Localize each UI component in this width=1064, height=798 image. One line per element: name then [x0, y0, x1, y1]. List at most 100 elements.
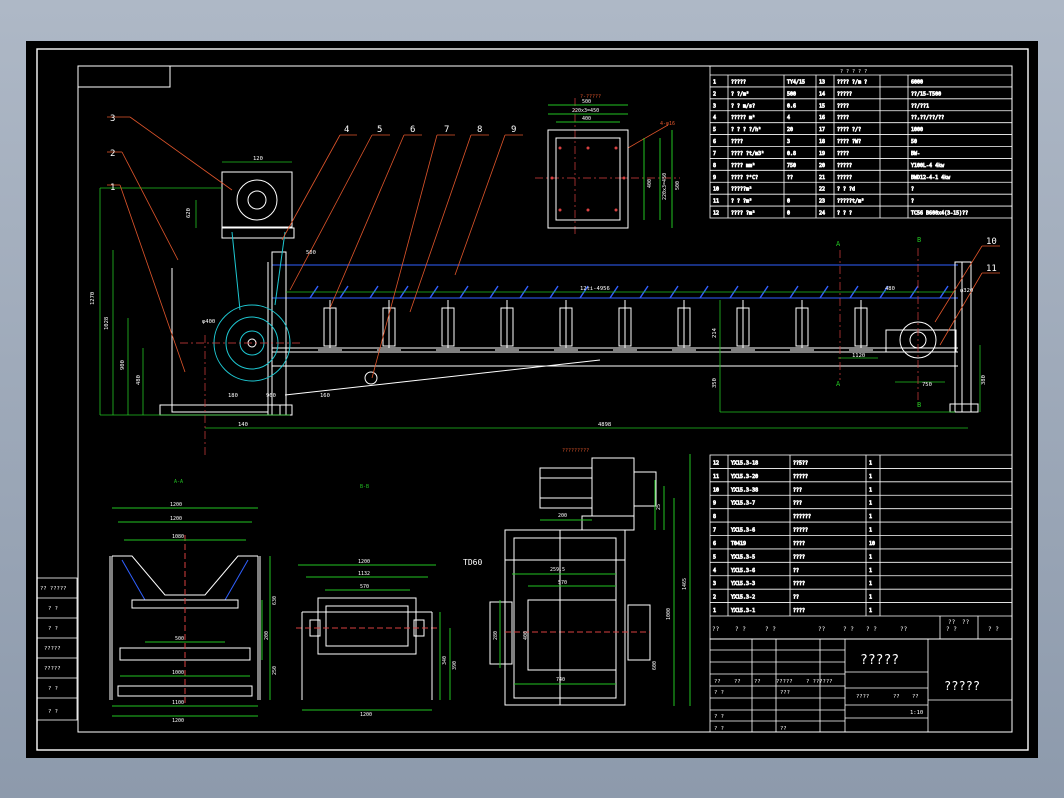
- spec-cell: ????: [731, 139, 743, 145]
- spec-cell: ?????: [837, 175, 852, 181]
- parts-cell: 12: [713, 460, 719, 466]
- parts-cell: 1: [869, 595, 872, 601]
- parts-cell: ????: [793, 608, 805, 614]
- parts-cell: 1: [869, 568, 872, 574]
- parts-cell: 5: [713, 554, 716, 560]
- svg-text:1200: 1200: [170, 502, 182, 508]
- spec-cell: ???? ?/?: [837, 127, 861, 133]
- svg-text:25: 25: [656, 504, 662, 510]
- svg-text:1200: 1200: [172, 718, 184, 724]
- svg-text:570: 570: [360, 584, 369, 590]
- svg-text:??: ??: [714, 679, 721, 685]
- parts-cell: 8: [713, 514, 716, 520]
- svg-text:?????: ?????: [44, 646, 61, 652]
- part-number: 1: [110, 183, 115, 193]
- svg-text:259.5: 259.5: [550, 567, 565, 573]
- svg-text:140: 140: [238, 422, 248, 428]
- svg-text:1100: 1100: [172, 700, 184, 706]
- spec-cell: 0: [787, 199, 790, 205]
- svg-text:120: 120: [253, 156, 263, 162]
- spec-cell: 18: [819, 139, 825, 145]
- spec-cell: ? ? ? ?/h²: [731, 127, 761, 133]
- svg-text:??: ??: [734, 679, 741, 685]
- parts-cell: YX15.3-38: [731, 487, 758, 493]
- spec-cell: ???? ?/m ?: [837, 79, 867, 85]
- spec-cell: ????: [837, 103, 849, 109]
- parts-cell: 1: [869, 487, 872, 493]
- svg-text:200: 200: [558, 513, 567, 519]
- parts-cell: ?????: [793, 474, 808, 480]
- svg-text:500: 500: [675, 181, 681, 190]
- parts-cell: YX15.3-3: [731, 581, 755, 587]
- parts-cell: 3: [713, 581, 716, 587]
- svg-text:400: 400: [582, 116, 591, 122]
- part-number: 6: [410, 125, 415, 135]
- parts-header-cell: ? ?: [843, 626, 854, 633]
- spec-cell: 13: [819, 79, 825, 85]
- parts-cell: 11: [713, 474, 719, 480]
- drive-view-title: ?????????: [562, 448, 589, 454]
- svg-text:280: 280: [493, 631, 499, 640]
- parts-cell: 6: [713, 541, 716, 547]
- svg-text:1200: 1200: [360, 712, 372, 718]
- parts-cell: T0419: [731, 541, 746, 547]
- spec-cell: BW-: [911, 151, 920, 157]
- svg-text:φ320: φ320: [960, 288, 973, 294]
- parts-header-cell: ? ?: [988, 626, 999, 633]
- spec-cell: ?????: [837, 91, 852, 97]
- svg-text:1465: 1465: [682, 578, 688, 590]
- svg-text:?????: ?????: [776, 679, 793, 685]
- spec-cell: 20: [819, 163, 825, 169]
- part-number: 7: [444, 125, 449, 135]
- spec-cell: 50: [911, 139, 917, 145]
- svg-text:220x3=450: 220x3=450: [662, 173, 668, 200]
- parts-cell: 1: [869, 501, 872, 507]
- parts-cell: YX15.3-7: [731, 501, 755, 507]
- spec-cell: 3: [713, 103, 716, 109]
- spec-cell: 24: [819, 211, 825, 217]
- parts-cell: ???: [793, 487, 802, 493]
- svg-text:480: 480: [136, 375, 142, 385]
- svg-text:1120: 1120: [852, 353, 865, 359]
- parts-cell: ??5??: [793, 460, 808, 466]
- svg-text:214: 214: [712, 327, 718, 338]
- spec-cell: 23: [819, 199, 825, 205]
- svg-text:? ??????: ? ??????: [806, 679, 833, 685]
- svg-text:???: ???: [780, 690, 790, 696]
- svg-text:1080: 1080: [172, 534, 184, 540]
- svg-text:900: 900: [120, 360, 126, 370]
- spec-cell: 0: [787, 211, 790, 217]
- parts-cell: 9: [713, 501, 716, 507]
- spec-cell: ?????t/m³: [837, 199, 864, 205]
- spec-cell: ?????m²: [731, 187, 752, 193]
- svg-text:? ?: ? ?: [48, 626, 58, 632]
- svg-text:400: 400: [647, 179, 653, 188]
- spec-cell: 20: [787, 127, 793, 133]
- svg-text:220x3=450: 220x3=450: [572, 108, 599, 114]
- svg-text:600: 600: [652, 661, 658, 670]
- spec-cell: 1: [713, 79, 716, 85]
- spec-cell: TC56 B600x4(3-15)??: [911, 211, 968, 217]
- svg-text:??: ??: [893, 694, 900, 700]
- parts-cell: ???: [793, 501, 802, 507]
- spec-cell: 0.8: [787, 151, 796, 157]
- spec-cell: 12: [713, 211, 719, 217]
- spec-cell: ????? m²: [731, 115, 755, 121]
- svg-text:1200: 1200: [170, 516, 182, 522]
- part-number: 2: [110, 149, 115, 159]
- part-number: 11: [986, 264, 997, 274]
- spec-cell: 2: [713, 91, 716, 97]
- parts-header-cell: ??: [818, 626, 826, 633]
- svg-text:340: 340: [442, 656, 448, 665]
- parts-header-cell: ? ?: [735, 626, 746, 633]
- spec-cell: ??/15-T500: [911, 91, 941, 97]
- part-number: 9: [511, 125, 516, 135]
- part-number: 4: [344, 125, 349, 135]
- parts-cell: ????: [793, 554, 805, 560]
- svg-text:960: 960: [266, 393, 276, 399]
- spec-cell: Y100L-4 4kw: [911, 163, 945, 169]
- spec-cell: 6: [713, 139, 716, 145]
- spec-cell: 4: [713, 115, 716, 121]
- spec-cell: ? ? ?d: [837, 187, 855, 193]
- svg-text:160: 160: [320, 393, 330, 399]
